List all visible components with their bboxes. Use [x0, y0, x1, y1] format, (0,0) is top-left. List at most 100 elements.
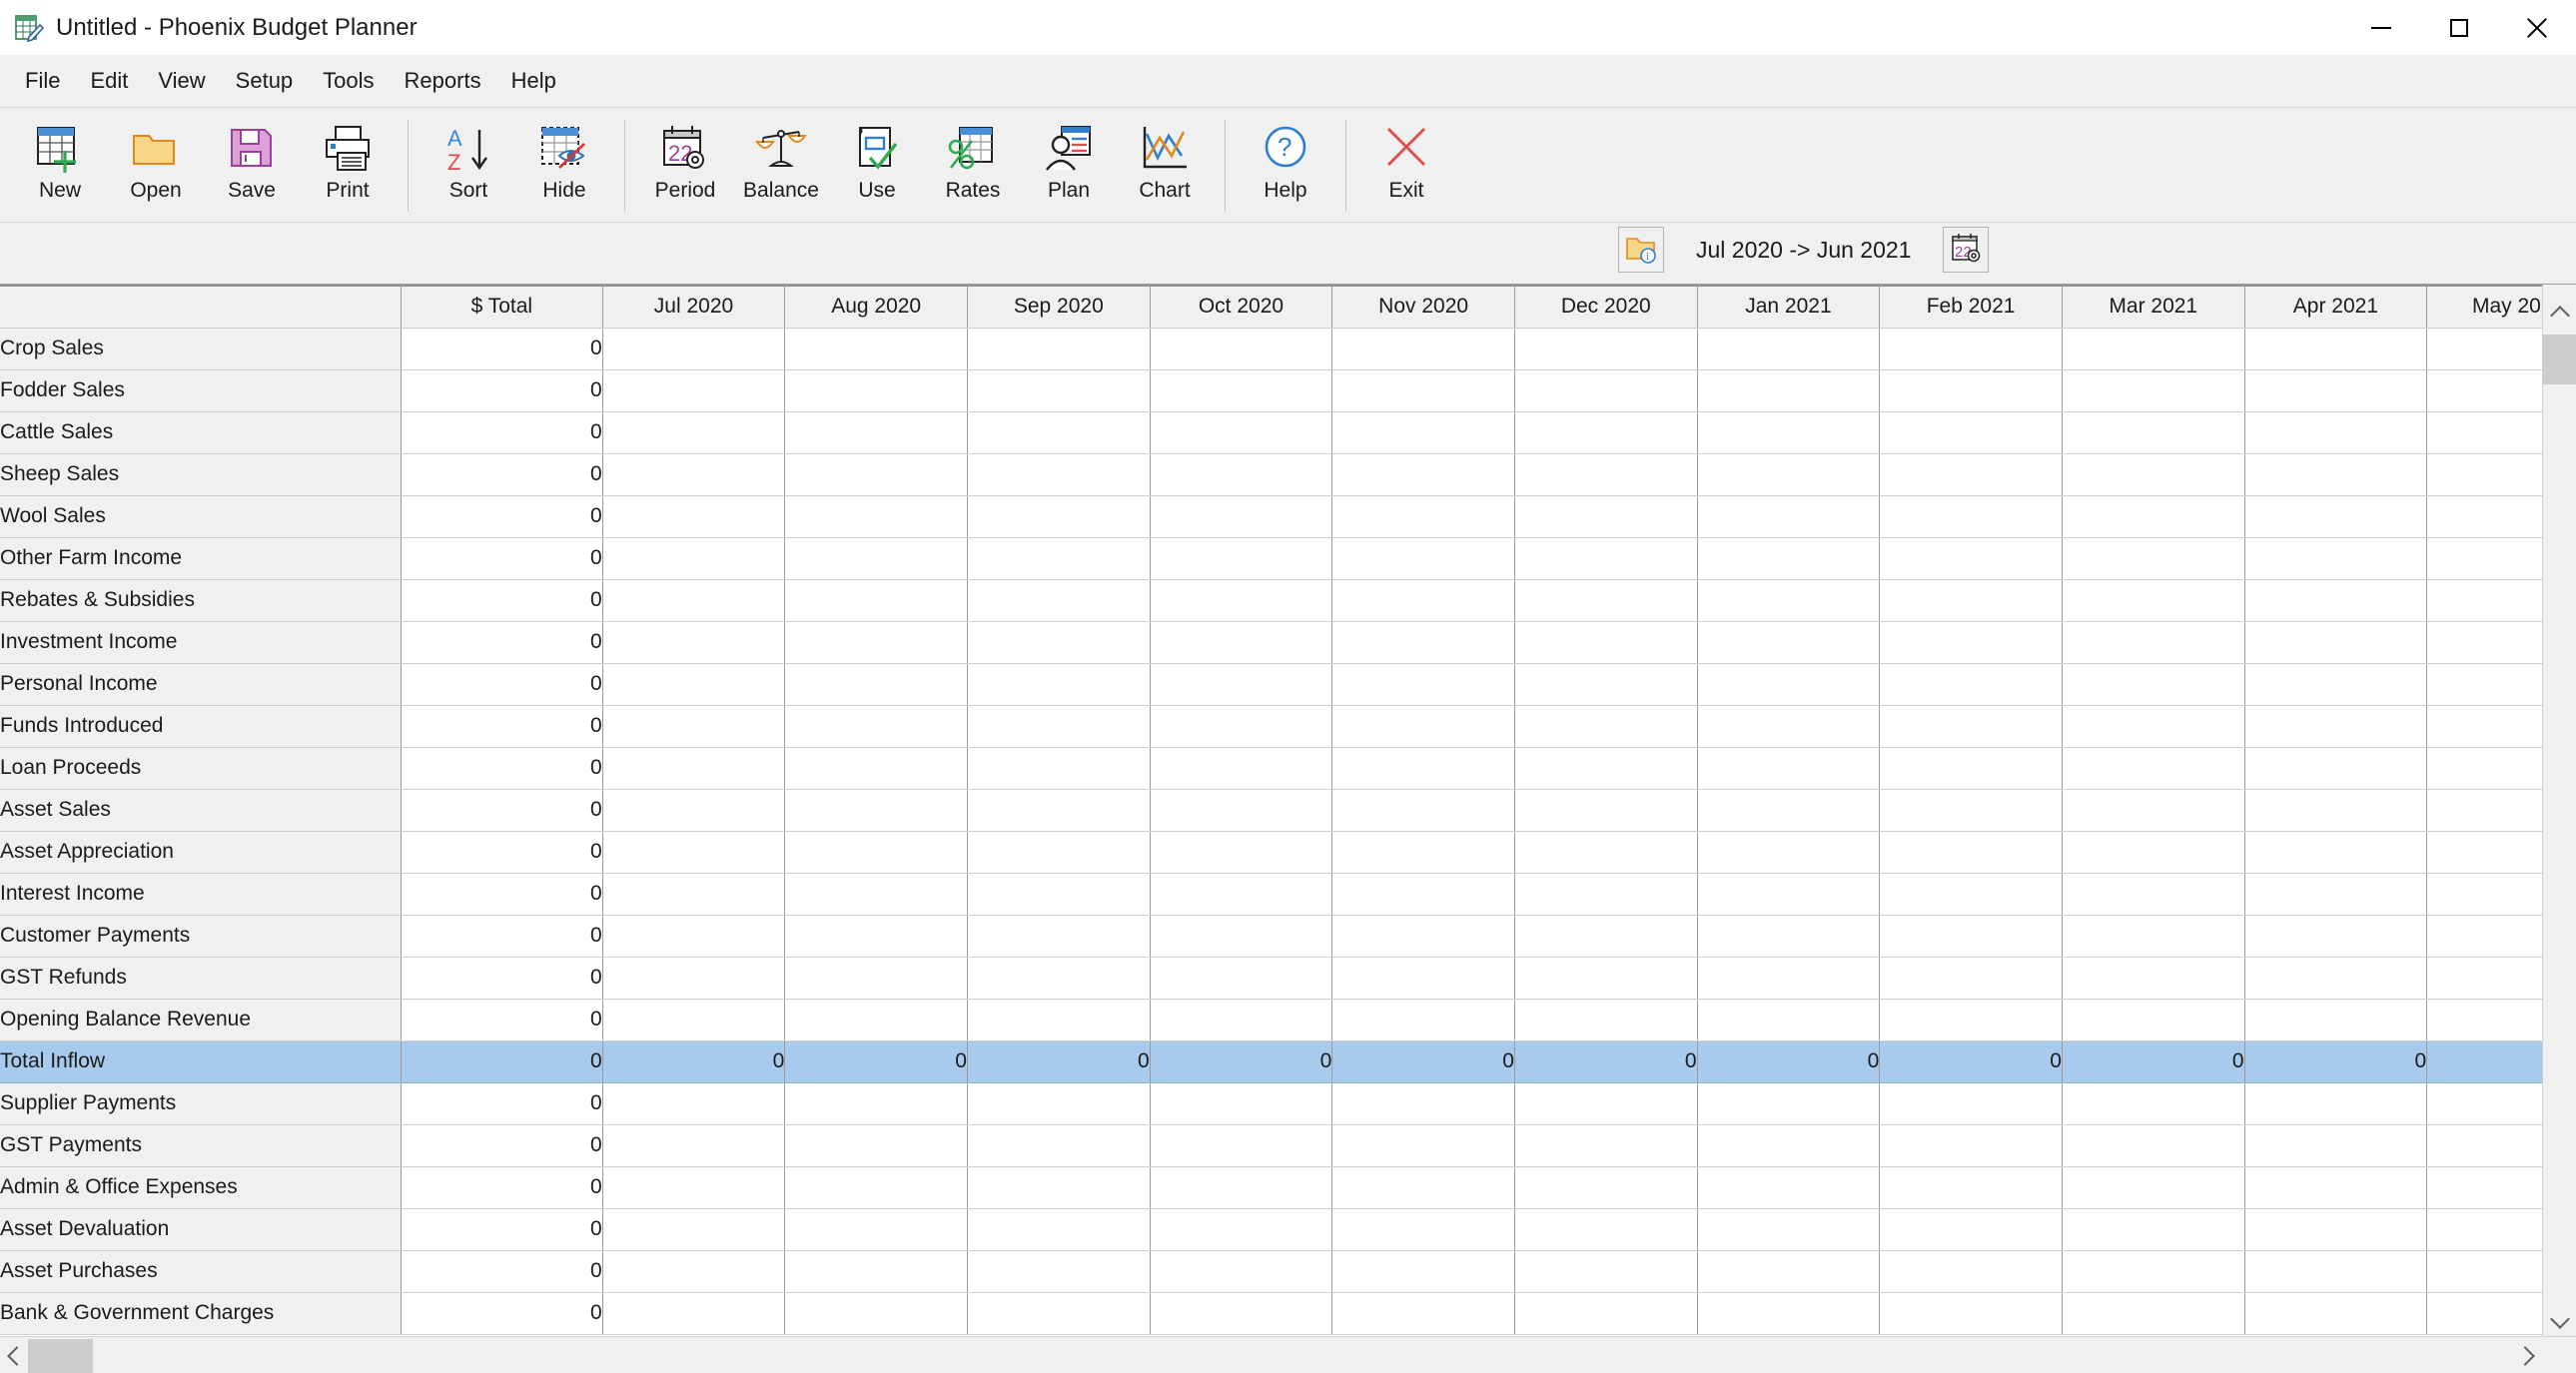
- menu-edit[interactable]: Edit: [75, 62, 143, 100]
- row-label[interactable]: Supplier Payments: [0, 1082, 402, 1125]
- row-month-cell[interactable]: [967, 1124, 1151, 1167]
- table-row[interactable]: Asset Appreciation 0: [0, 831, 2576, 874]
- table-row[interactable]: Opening Balance Revenue 0: [0, 999, 2576, 1041]
- row-month-cell[interactable]: [784, 1124, 968, 1167]
- row-month-cell[interactable]: [602, 831, 786, 874]
- row-month-cell[interactable]: 0: [1150, 1040, 1333, 1083]
- row-month-cell[interactable]: [1150, 663, 1333, 706]
- row-month-cell[interactable]: [2244, 411, 2428, 454]
- row-month-cell[interactable]: [1150, 453, 1333, 496]
- row-month-cell[interactable]: [1150, 1082, 1333, 1125]
- row-month-cell[interactable]: [1879, 1124, 2063, 1167]
- row-month-cell[interactable]: [1150, 747, 1333, 790]
- row-month-cell[interactable]: [784, 495, 968, 538]
- row-month-cell[interactable]: [1150, 789, 1333, 832]
- row-label[interactable]: Customer Payments: [0, 915, 402, 958]
- row-month-cell[interactable]: [1150, 1208, 1333, 1251]
- row-month-cell[interactable]: 0: [2062, 1040, 2245, 1083]
- row-total-cell[interactable]: 0: [401, 1250, 603, 1293]
- row-label[interactable]: Asset Appreciation: [0, 831, 402, 874]
- row-month-cell[interactable]: [1331, 1124, 1515, 1167]
- row-month-cell[interactable]: [1331, 915, 1515, 958]
- toolbar-sort-button[interactable]: A Z Sort: [421, 116, 516, 216]
- row-month-cell[interactable]: [1514, 328, 1698, 370]
- row-month-cell[interactable]: [1514, 453, 1698, 496]
- row-month-cell[interactable]: [1697, 831, 1881, 874]
- row-month-cell[interactable]: [1331, 747, 1515, 790]
- row-month-cell[interactable]: [2244, 1124, 2428, 1167]
- row-month-cell[interactable]: [1697, 453, 1881, 496]
- row-month-cell[interactable]: [1879, 1082, 2063, 1125]
- row-month-cell[interactable]: [602, 1250, 786, 1293]
- row-total-cell[interactable]: 0: [401, 831, 603, 874]
- toolbar-plan-button[interactable]: Plan: [1021, 116, 1117, 216]
- column-header-dec-2020[interactable]: Dec 2020: [1514, 285, 1698, 329]
- row-month-cell[interactable]: [967, 1292, 1151, 1335]
- row-month-cell[interactable]: [784, 369, 968, 412]
- row-month-cell[interactable]: [1331, 705, 1515, 748]
- menu-file[interactable]: File: [10, 62, 75, 100]
- column-header-jan-2021[interactable]: Jan 2021: [1697, 285, 1881, 329]
- row-month-cell[interactable]: [2062, 915, 2245, 958]
- period-open-button[interactable]: i: [1618, 227, 1664, 273]
- row-month-cell[interactable]: [784, 999, 968, 1041]
- row-month-cell[interactable]: [1331, 1166, 1515, 1209]
- row-month-cell[interactable]: [967, 328, 1151, 370]
- row-month-cell[interactable]: [784, 873, 968, 916]
- row-month-cell[interactable]: [1514, 1082, 1698, 1125]
- row-month-cell[interactable]: [784, 915, 968, 958]
- row-month-cell[interactable]: [784, 789, 968, 832]
- row-month-cell[interactable]: [784, 1082, 968, 1125]
- row-month-cell[interactable]: [1514, 747, 1698, 790]
- row-month-cell[interactable]: 0: [602, 1040, 786, 1083]
- toolbar-print-button[interactable]: Print: [300, 116, 396, 216]
- row-month-cell[interactable]: [602, 915, 786, 958]
- row-month-cell[interactable]: [1697, 957, 1881, 1000]
- minimize-button[interactable]: [2342, 0, 2420, 55]
- table-row[interactable]: Sheep Sales 0: [0, 453, 2576, 496]
- table-row[interactable]: Asset Purchases 0: [0, 1250, 2576, 1293]
- table-row[interactable]: Funds Introduced 0: [0, 705, 2576, 748]
- column-header-blank[interactable]: [0, 285, 402, 329]
- row-month-cell[interactable]: [784, 579, 968, 622]
- row-month-cell[interactable]: [967, 537, 1151, 580]
- row-month-cell[interactable]: [784, 1250, 968, 1293]
- row-label[interactable]: Crop Sales: [0, 328, 402, 370]
- column-header-apr-2021[interactable]: Apr 2021: [2244, 285, 2428, 329]
- row-month-cell[interactable]: [967, 369, 1151, 412]
- row-month-cell[interactable]: [2062, 999, 2245, 1041]
- row-month-cell[interactable]: [1879, 873, 2063, 916]
- row-month-cell[interactable]: [2062, 1250, 2245, 1293]
- row-month-cell[interactable]: [1514, 663, 1698, 706]
- row-month-cell[interactable]: [1879, 621, 2063, 664]
- row-month-cell[interactable]: [602, 1124, 786, 1167]
- row-month-cell[interactable]: [1514, 873, 1698, 916]
- row-total-cell[interactable]: 0: [401, 537, 603, 580]
- row-month-cell[interactable]: [1697, 621, 1881, 664]
- row-month-cell[interactable]: [1331, 789, 1515, 832]
- row-month-cell[interactable]: [967, 495, 1151, 538]
- table-row[interactable]: Rebates & Subsidies 0: [0, 579, 2576, 622]
- row-month-cell[interactable]: [602, 621, 786, 664]
- row-month-cell[interactable]: [967, 411, 1151, 454]
- row-month-cell[interactable]: [1150, 537, 1333, 580]
- maximize-button[interactable]: [2420, 0, 2498, 55]
- row-month-cell[interactable]: [1514, 1124, 1698, 1167]
- row-month-cell[interactable]: 0: [1879, 1040, 2063, 1083]
- row-month-cell[interactable]: [784, 1166, 968, 1209]
- toolbar-exit-button[interactable]: Exit: [1358, 116, 1454, 216]
- row-month-cell[interactable]: [1697, 495, 1881, 538]
- row-month-cell[interactable]: [1697, 1124, 1881, 1167]
- column-header-jul-2020[interactable]: Jul 2020: [602, 285, 786, 329]
- row-month-cell[interactable]: [1150, 915, 1333, 958]
- menu-setup[interactable]: Setup: [221, 62, 309, 100]
- row-month-cell[interactable]: [1514, 999, 1698, 1041]
- row-month-cell[interactable]: [2244, 1208, 2428, 1251]
- row-total-cell[interactable]: 0: [401, 1082, 603, 1125]
- toolbar-hide-button[interactable]: Hide: [516, 116, 612, 216]
- row-month-cell[interactable]: [2244, 873, 2428, 916]
- row-label[interactable]: Funds Introduced: [0, 705, 402, 748]
- row-total-cell[interactable]: 0: [401, 915, 603, 958]
- row-month-cell[interactable]: [2062, 747, 2245, 790]
- column-header-feb-2021[interactable]: Feb 2021: [1879, 285, 2063, 329]
